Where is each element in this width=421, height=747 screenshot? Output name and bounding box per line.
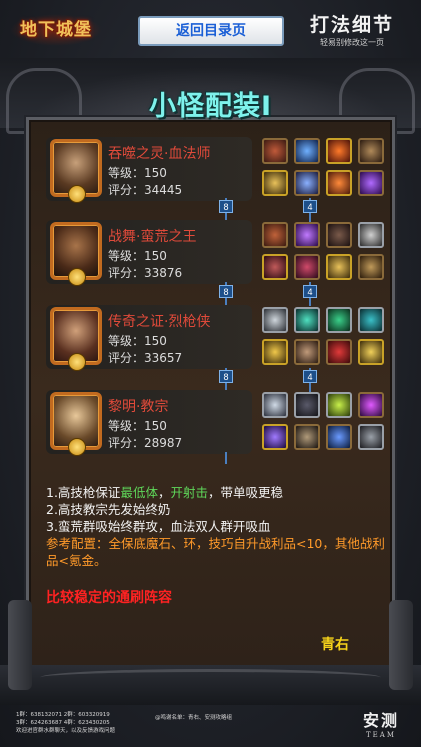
hero-score: 评分：34445 — [108, 183, 183, 197]
back-to-index-button[interactable]: 返回目录页 — [138, 16, 284, 46]
hero-portrait-pontiff — [50, 392, 102, 456]
ring-icon[interactable] — [326, 254, 352, 280]
hero-level: 等级：150 — [108, 249, 167, 263]
frame-left-pillar — [8, 600, 32, 690]
strategy-notes: 1.高技枪保证最低体，开射击，带单吸更稳 2.高技教宗先发始终奶 3.蛮荒群吸始… — [46, 484, 386, 569]
highlight-shooting: 开射击 — [170, 485, 208, 500]
hero-name: 传奇之证·烈枪侠 — [108, 314, 211, 330]
note-line-1: 1.高技枪保证最低体，开射击，带单吸更稳 — [46, 485, 283, 500]
horn-icon[interactable] — [358, 138, 384, 164]
hero-card[interactable]: 战舞·蛮荒之王 等级：150 评分：33876 — [46, 220, 252, 286]
demon-skull-icon[interactable] — [358, 424, 384, 450]
purple-crystal-icon[interactable] — [294, 222, 320, 248]
hero-card[interactable]: 黎明·教宗 等级：150 评分：28987 — [46, 390, 252, 456]
author-name: 青右 — [321, 637, 349, 653]
blue-orb-icon[interactable] — [294, 138, 320, 164]
skull-icon[interactable] — [358, 222, 384, 248]
hero-portrait-lancer — [50, 307, 102, 371]
hero-name: 吞噬之灵·血法师 — [108, 146, 211, 162]
note-line-3: 3.蛮荒群吸始终群攻，血法双人群开吸血 — [46, 519, 271, 534]
game-logo: 地下城堡 — [10, 14, 102, 46]
purple-swirl-icon[interactable] — [358, 392, 384, 418]
gold-staff-icon[interactable] — [262, 170, 288, 196]
dragon-helm-icon[interactable] — [262, 138, 288, 164]
blue-ring-icon[interactable] — [326, 424, 352, 450]
fire-mask-icon[interactable] — [326, 138, 352, 164]
silver-armor-icon[interactable] — [262, 307, 288, 333]
connector-line — [225, 452, 227, 464]
gold-lance-icon[interactable] — [262, 339, 288, 365]
lightning-wand-icon[interactable] — [294, 170, 320, 196]
hero-name: 黎明·教宗 — [108, 399, 169, 415]
dark-cloak-icon[interactable] — [294, 392, 320, 418]
hero-score: 评分：33657 — [108, 351, 183, 365]
connector-badge-right: 4 — [303, 370, 317, 383]
equipment-grid — [262, 138, 384, 196]
green-gem-icon[interactable] — [326, 392, 352, 418]
red-armor-icon[interactable] — [262, 222, 288, 248]
connector-badge-left: 8 — [219, 200, 233, 213]
hero-portrait-blood-mage — [50, 139, 102, 203]
equipment-grid — [262, 392, 384, 450]
team-logo: 安测 TEAM — [363, 707, 399, 739]
brand-title: 打法细节 — [309, 14, 394, 36]
equipment-grid — [262, 222, 384, 280]
connector-badge-right: 4 — [303, 200, 317, 213]
hero-score: 评分：28987 — [108, 436, 183, 450]
hero-name: 战舞·蛮荒之王 — [108, 229, 197, 245]
green-stone-icon[interactable] — [326, 307, 352, 333]
team-logo-sub: TEAM — [365, 731, 396, 739]
fire-stone-icon[interactable] — [326, 170, 352, 196]
hero-level: 等级：150 — [108, 419, 167, 433]
hero-level: 等级：150 — [108, 334, 167, 348]
connector-badge-left: 8 — [219, 285, 233, 298]
silver-mask-icon[interactable] — [262, 392, 288, 418]
reference-config: 参考配置：全保底魔石、环，技巧自升战利品<10，其他战利品<氪金。 — [46, 536, 385, 568]
section-title: 小怪配装I — [148, 91, 273, 122]
hero-card[interactable]: 吞噬之灵·血法师 等级：150 评分：34445 — [46, 137, 252, 203]
note-line-2: 2.高技教宗先发始终奶 — [46, 502, 171, 517]
teal-orb-icon[interactable] — [294, 307, 320, 333]
hero-portrait-barbarian-king — [50, 222, 102, 286]
footer-welcome: 欢迎进官群水群聊天，以及反馈游戏问题 — [16, 728, 116, 734]
frame-bottom-ornament — [0, 665, 421, 705]
gold-ring-icon[interactable] — [358, 339, 384, 365]
red-sword-icon[interactable] — [326, 339, 352, 365]
recommend-text: 比较稳定的通刷阵容 — [46, 590, 172, 606]
frame-right-pillar — [389, 600, 413, 690]
hero-score: 评分：33876 — [108, 266, 183, 280]
purple-wand-icon[interactable] — [262, 424, 288, 450]
bat-wing-icon[interactable] — [294, 254, 320, 280]
spear-icon[interactable] — [294, 339, 320, 365]
team-logo-text: 安测 — [362, 711, 399, 730]
hero-level: 等级：150 — [108, 166, 167, 180]
dark-gem-icon[interactable] — [262, 254, 288, 280]
hero-card[interactable]: 传奇之证·烈枪侠 等级：150 评分：33657 — [46, 305, 252, 371]
footer-credits: @鸣谢名单：青右、安测攻略组 — [155, 715, 233, 721]
brand-subtitle: 轻易别修改这一页 — [320, 38, 384, 47]
teal-stone-icon[interactable] — [358, 307, 384, 333]
highlight-lowest-stamina: 最低体 — [120, 485, 158, 500]
connector-badge-left: 8 — [219, 370, 233, 383]
purple-gem-icon[interactable] — [358, 170, 384, 196]
dark-blade-icon[interactable] — [326, 222, 352, 248]
connector-badge-right: 4 — [303, 285, 317, 298]
dagger-icon[interactable] — [294, 424, 320, 450]
chain-icon[interactable] — [358, 254, 384, 280]
equipment-grid — [262, 307, 384, 365]
